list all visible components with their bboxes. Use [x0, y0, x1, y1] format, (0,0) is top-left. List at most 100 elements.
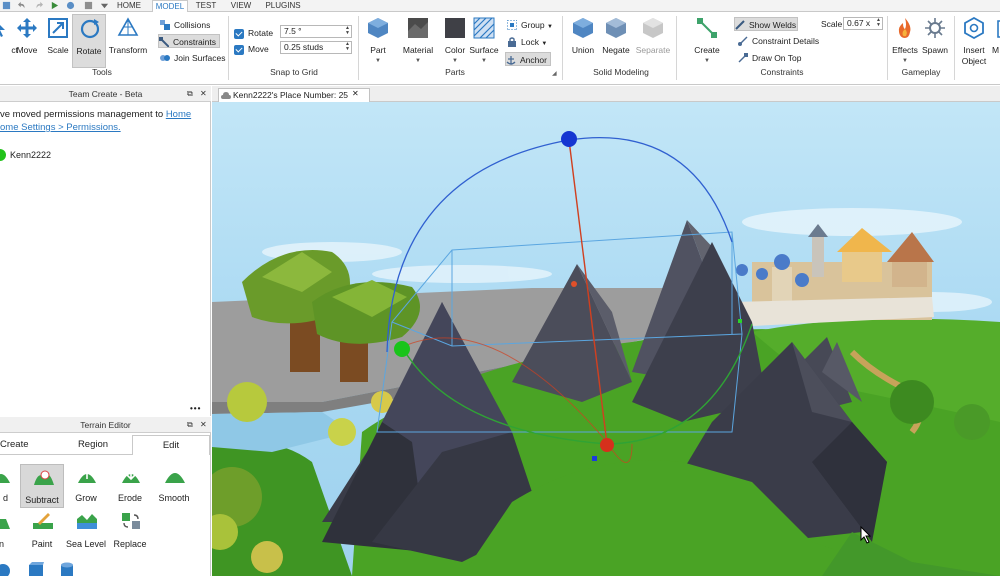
create-constraint-button[interactable]: Create ▼ — [690, 14, 724, 68]
panel-overflow-icon[interactable]: ••• — [190, 404, 201, 413]
negate-icon — [606, 18, 626, 38]
rotate-snap-label: Rotate — [248, 28, 274, 38]
spinner-icon[interactable]: ▲ ▼ — [345, 42, 350, 52]
part-label: Part — [370, 45, 386, 55]
lock-button[interactable]: Lock ▼ — [507, 35, 547, 49]
close-icon[interactable]: ✕ — [200, 86, 207, 102]
lock-icon — [508, 37, 516, 47]
constraints-label: Constraints — [173, 37, 216, 47]
customize-icon[interactable] — [100, 1, 109, 10]
color-swatch-icon — [445, 18, 465, 38]
tab-home[interactable]: HOME — [112, 0, 146, 12]
anchor-toggle[interactable]: Anchor — [505, 52, 551, 66]
rotate-handle-red[interactable] — [600, 438, 614, 452]
panel-header: Team Create - Beta ⧉ ✕ — [0, 86, 211, 102]
scene — [212, 102, 1000, 576]
more-button[interactable]: M — [988, 14, 1000, 68]
tab-edit[interactable]: Edit — [132, 435, 210, 455]
undo-icon[interactable] — [18, 1, 27, 10]
move-snap-input[interactable]: 0.25 studs ▲ ▼ — [280, 41, 352, 54]
scale-icon — [48, 18, 68, 38]
constraint-details-label: Constraint Details — [752, 36, 820, 46]
3d-viewport[interactable] — [212, 102, 1000, 576]
rotate-handle-blue[interactable] — [561, 131, 577, 147]
constraints-group-label: Constraints — [760, 67, 804, 77]
chevron-down-icon: ▼ — [375, 58, 381, 64]
part-cube-icon — [368, 18, 388, 38]
spinner-icon[interactable]: ▲ ▼ — [876, 18, 881, 28]
chevron-down-icon: ▼ — [547, 24, 553, 30]
panel-title: Terrain Editor — [80, 420, 131, 430]
tab-view[interactable]: VIEW — [226, 0, 256, 12]
scale-factor-input[interactable]: 0.67 x ▲ ▼ — [843, 17, 883, 30]
draw-on-top-toggle[interactable]: Draw On Top — [738, 51, 801, 65]
collisions-toggle[interactable]: Collisions — [160, 18, 210, 32]
tab-region[interactable]: Region — [54, 435, 132, 455]
terrain-tool-subtract[interactable]: Subtract — [20, 464, 64, 508]
game-settings-link[interactable]: ome Settings > Permissions. — [0, 122, 121, 133]
draw-on-top-icon — [738, 53, 748, 63]
stop-icon[interactable] — [84, 1, 93, 10]
brush-cube-icon[interactable] — [28, 562, 44, 576]
brush-sphere-icon[interactable] — [0, 562, 10, 576]
spinner-icon[interactable]: ▲ ▼ — [345, 26, 350, 36]
tab-plugins[interactable]: PLUGINS — [262, 0, 304, 12]
user-row[interactable]: Kenn2222 — [0, 148, 208, 164]
close-icon[interactable]: ✕ — [352, 88, 359, 100]
surface-button[interactable]: Surface ▼ — [467, 14, 501, 68]
negate-button[interactable]: Negate — [599, 14, 633, 68]
separator — [228, 16, 229, 80]
terrain-erode-icon — [122, 469, 140, 483]
collisions-label: Collisions — [174, 20, 211, 30]
rotate-handle-green[interactable] — [394, 341, 410, 357]
spawn-button[interactable]: Spawn — [918, 14, 952, 68]
union-button[interactable]: Union — [566, 14, 600, 68]
panel-header: Terrain Editor ⧉ ✕ — [0, 417, 211, 433]
ribbon: ct Move Scale Rotate Transform Collision… — [0, 12, 1000, 85]
user-name: Kenn2222 — [10, 150, 52, 160]
scale-button[interactable]: Scale — [41, 14, 75, 68]
place-document-tab[interactable]: Kenn2222's Place Number: 25 — [218, 88, 370, 102]
transform-button[interactable]: Transform — [109, 14, 147, 68]
constraints-toggle[interactable]: Constraints — [158, 34, 220, 48]
join-surfaces-toggle[interactable]: Join Surfaces — [160, 51, 226, 65]
terrain-tool-erode[interactable]: Erode — [108, 463, 152, 507]
home-link[interactable]: Home — [166, 109, 191, 120]
document-tab-bar: Kenn2222's Place Number: 25 ✕ — [212, 86, 1000, 102]
terrain-tool-grow[interactable]: Grow — [64, 463, 108, 507]
material-button[interactable]: Material ▼ — [401, 14, 435, 68]
rotate-label: Rotate — [76, 46, 102, 56]
terrain-tool-paint[interactable]: Paint — [20, 509, 64, 553]
part-button[interactable]: Part ▼ — [361, 14, 395, 68]
separate-button[interactable]: Separate — [636, 14, 670, 68]
rotate-snap-input[interactable]: 7.5 ° ▲ ▼ — [280, 25, 352, 38]
group-button[interactable]: Group ▼ — [507, 18, 553, 32]
paintbrush-icon — [33, 513, 53, 529]
undock-icon[interactable]: ⧉ — [187, 86, 193, 102]
lock-label: Lock — [521, 37, 539, 47]
join-surfaces-label: Join Surfaces — [174, 53, 226, 63]
team-test-icon[interactable] — [66, 1, 75, 10]
constraint-details-toggle[interactable]: Constraint Details — [738, 34, 819, 48]
redo-icon[interactable] — [34, 1, 43, 10]
tab-create[interactable]: Create — [0, 435, 54, 455]
tab-test[interactable]: TEST — [192, 0, 220, 12]
terrain-tool-smooth[interactable]: Smooth — [152, 463, 196, 507]
weld-icon — [735, 20, 745, 30]
terrain-tool-sea-level[interactable]: Sea Level — [64, 509, 108, 553]
close-icon[interactable]: ✕ — [200, 417, 207, 433]
save-icon[interactable] — [2, 1, 11, 10]
anchor-label: Anchor — [520, 55, 547, 65]
join-surfaces-icon — [160, 55, 170, 61]
terrain-tool-replace[interactable]: Replace — [108, 509, 152, 553]
rotate-button[interactable]: Rotate — [72, 14, 106, 68]
insert-object-button[interactable]: Insert Object — [957, 14, 991, 68]
play-icon[interactable] — [50, 1, 59, 10]
move-snap-value: 0.25 studs — [284, 42, 324, 52]
brush-cylinder-icon[interactable] — [60, 562, 74, 576]
expand-dialog-icon[interactable]: ◢ — [552, 70, 557, 77]
effects-button[interactable]: Effects ▼ — [888, 14, 922, 68]
undock-icon[interactable]: ⧉ — [187, 417, 193, 433]
show-welds-toggle[interactable]: Show Welds — [734, 17, 798, 31]
move-button[interactable]: Move — [10, 14, 44, 68]
